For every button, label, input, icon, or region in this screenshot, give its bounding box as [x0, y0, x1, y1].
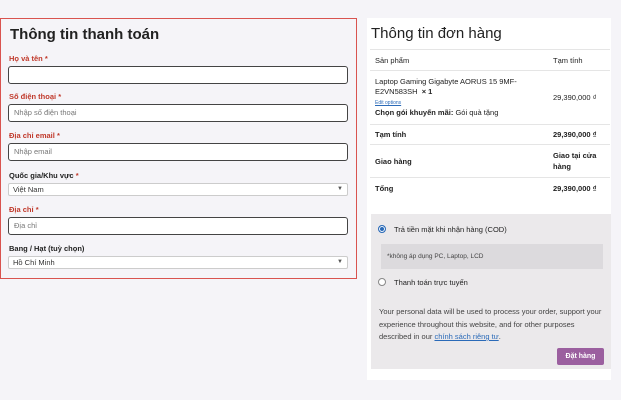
shipping-value: Giao tại cửa hàng [548, 144, 610, 178]
country-select[interactable]: Việt Nam ▼ [8, 183, 348, 196]
total-label: Tổng [370, 177, 548, 199]
shipping-label: Giao hàng [370, 144, 548, 178]
place-order-button[interactable]: Đặt hàng [557, 348, 604, 365]
product-cell: Laptop Gaming Gigabyte AORUS 15 9MF-E2VN… [370, 70, 548, 125]
billing-section: Thông tin thanh toán Họ và tên * Số điện… [0, 18, 357, 279]
state-label: Bang / Hạt (tuỳ chọn) [9, 244, 85, 253]
product-name: Laptop Gaming Gigabyte AORUS 15 9MF-E2VN… [375, 77, 517, 96]
edit-options-link[interactable]: Edit options [375, 100, 401, 106]
cod-radio[interactable] [378, 225, 386, 233]
chevron-down-icon: ▼ [337, 259, 343, 265]
col-subtotal: Tạm tính [548, 49, 610, 71]
name-label: Họ và tên * [9, 54, 48, 63]
name-input[interactable] [8, 66, 348, 84]
state-select[interactable]: Hồ Chí Minh ▼ [8, 256, 348, 269]
privacy-text: Your personal data will be used to proce… [379, 307, 602, 341]
product-price: 29,390,000 ₫ [548, 70, 610, 125]
email-label: Địa chỉ email * [9, 131, 60, 140]
phone-input[interactable]: Nhập số điện thoại [8, 104, 348, 122]
subtotal-label: Tạm tính [370, 124, 548, 145]
cod-note: *không áp dụng PC, Laptop, LCD [381, 244, 603, 269]
country-label: Quốc gia/Khu vực * [9, 171, 79, 180]
payment-section [371, 214, 611, 369]
total-value: 29,390,000 ₫ [548, 177, 610, 199]
address-label: Địa chỉ * [9, 205, 39, 214]
billing-title: Thông tin thanh toán [10, 26, 160, 43]
email-input[interactable]: Nhập email [8, 143, 348, 161]
subtotal-value: 29,390,000 ₫ [548, 124, 610, 145]
privacy-link[interactable]: chính sách riêng tư [434, 332, 498, 341]
chevron-down-icon: ▼ [337, 186, 343, 192]
cod-label[interactable]: Trả tiền mặt khi nhận hàng (COD) [394, 225, 507, 234]
online-label[interactable]: Thanh toán trực tuyến [394, 278, 468, 287]
order-title: Thông tin đơn hàng [371, 25, 502, 42]
col-product: Sản phẩm [370, 49, 548, 71]
order-table: Sản phẩm Tạm tính Laptop Gaming Gigabyte… [370, 49, 610, 199]
phone-label: Số điện thoại * [9, 92, 62, 101]
address-input[interactable]: Địa chỉ [8, 217, 348, 235]
online-radio[interactable] [378, 278, 386, 286]
